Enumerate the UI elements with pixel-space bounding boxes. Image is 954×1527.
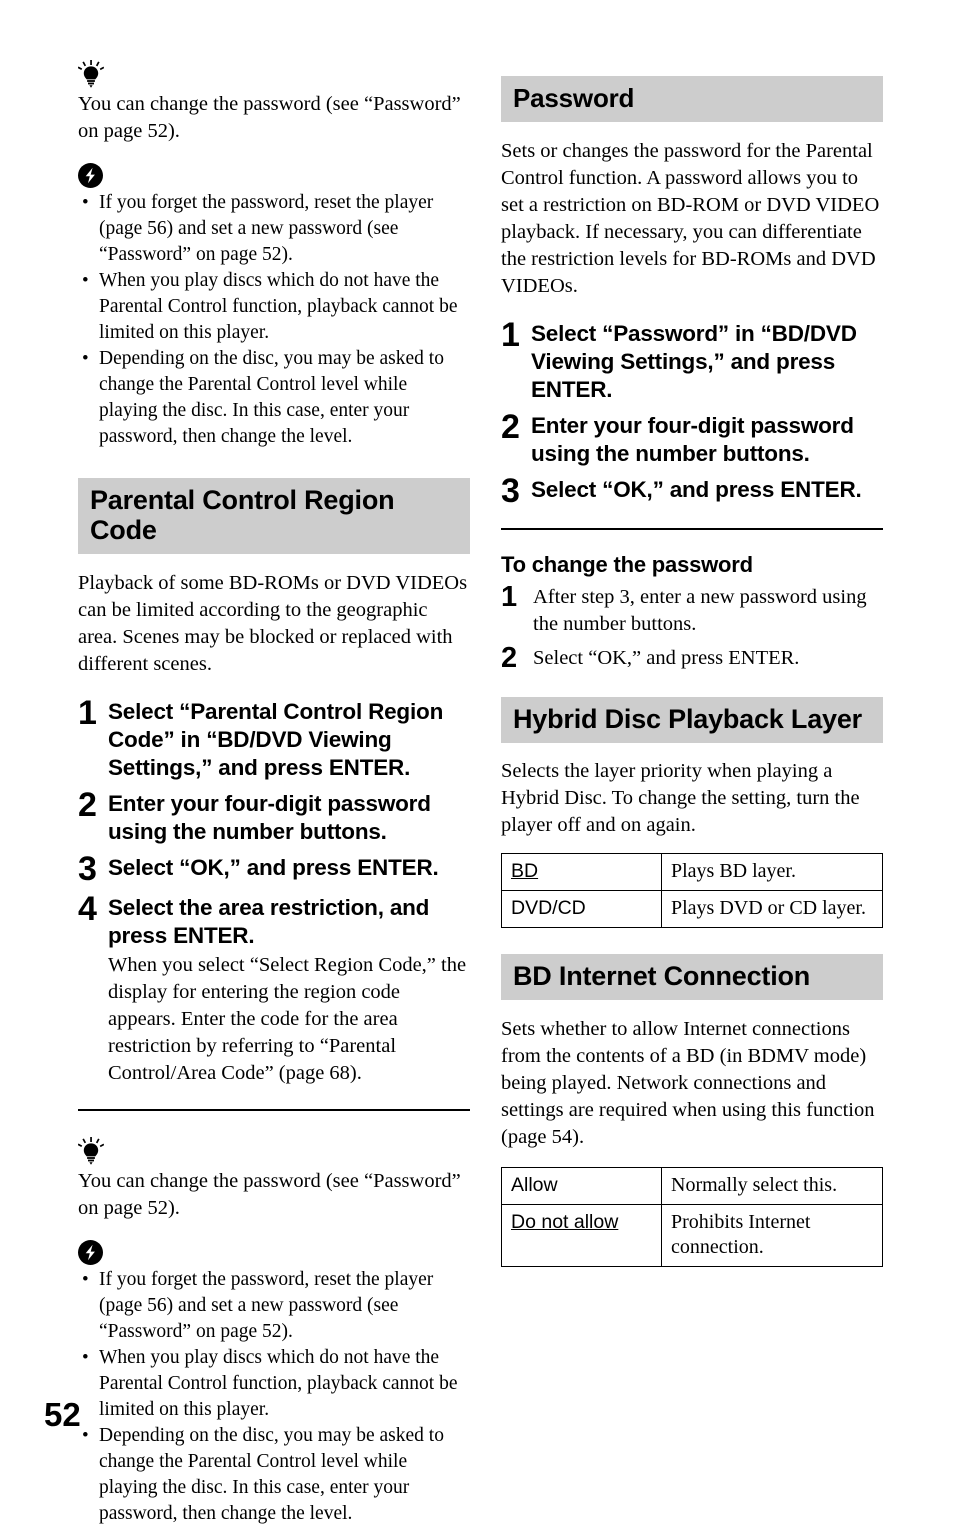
bd-internet-options-table: Allow Normally select this. Do not allow…: [501, 1167, 883, 1267]
section-intro-password: Sets or changes the password for the Par…: [501, 140, 880, 297]
section-title: Hybrid Disc Playback Layer: [513, 704, 862, 734]
step-number: 2: [501, 642, 518, 674]
section-intro-hybrid: Selects the layer priority when playing …: [501, 760, 860, 836]
hybrid-options-table: BD Plays BD layer. DVD/CD Plays DVD or C…: [501, 853, 883, 928]
step-item: 2 Select “OK,” and press ENTER.: [501, 642, 883, 674]
divider-rule-left: [78, 1109, 470, 1111]
divider-rule-right: [501, 528, 883, 530]
step-title: Select “Parental Control Region Code” in…: [108, 699, 444, 780]
table-cell-option: BD: [501, 853, 662, 891]
steps-parental-control: 1 Select “Parental Control Region Code” …: [78, 694, 470, 1087]
tip-text-top: You can change the password (see “Passwo…: [78, 93, 461, 142]
step-number: 1: [78, 694, 97, 732]
tip-text-bottom: You can change the password (see “Passwo…: [78, 1170, 461, 1219]
step-title: Select “OK,” and press ENTER.: [108, 855, 439, 880]
table-cell-description: Prohibits Internet connection.: [661, 1204, 883, 1267]
section-heading-parental-control-region-code: Parental Control Region Code: [78, 478, 470, 554]
step-title: Select “Password” in “BD/DVD Viewing Set…: [531, 321, 857, 402]
section-heading-password: Password: [501, 76, 883, 122]
table-cell-option: DVD/CD: [501, 890, 662, 928]
list-item: If you forget the password, reset the pl…: [78, 1267, 470, 1345]
subsection-change-password: To change the password 1 After step 3, e…: [501, 552, 883, 673]
option-label: DVD/CD: [511, 897, 586, 919]
step-item: 1 After step 3, enter a new password usi…: [501, 581, 883, 638]
table-row: DVD/CD Plays DVD or CD layer.: [501, 890, 883, 928]
step-title: Select “OK,” and press ENTER.: [531, 477, 862, 502]
table-row: Allow Normally select this.: [501, 1167, 883, 1205]
lightning-note-icon: [78, 1240, 103, 1265]
note-block-bottom: If you forget the password, reset the pl…: [78, 1240, 470, 1527]
step-title: Enter your four-digit password using the…: [108, 791, 431, 844]
note-bullets-bottom: If you forget the password, reset the pl…: [78, 1267, 470, 1527]
step-title: Select “OK,” and press ENTER.: [533, 647, 800, 669]
table-cell-description: Plays BD layer.: [661, 853, 883, 891]
table-cell-option: Allow: [501, 1167, 662, 1205]
step-number: 3: [501, 472, 520, 510]
section-heading-hybrid-disc-playback-layer: Hybrid Disc Playback Layer: [501, 697, 883, 743]
step-number: 1: [501, 316, 520, 354]
tip-block-bottom: You can change the password (see “Passwo…: [77, 1137, 470, 1222]
step-item: 2 Enter your four-digit password using t…: [78, 786, 470, 846]
steps-password: 1 Select “Password” in “BD/DVD Viewing S…: [501, 316, 883, 510]
step-item: 4 Select the area restriction, and press…: [78, 890, 470, 1087]
note-block-top: If you forget the password, reset the pl…: [78, 163, 470, 450]
step-item: 2 Enter your four-digit password using t…: [501, 408, 883, 468]
step-number: 2: [501, 408, 520, 446]
right-column: Password Sets or changes the password fo…: [501, 76, 883, 1267]
section-title: BD Internet Connection: [513, 961, 811, 991]
steps-change-password: 1 After step 3, enter a new password usi…: [501, 581, 883, 674]
lightbulb-tip-icon: [77, 1137, 105, 1165]
table-cell-description: Normally select this.: [661, 1167, 883, 1205]
note-bullets-top: If you forget the password, reset the pl…: [78, 190, 470, 450]
table-row: Do not allow Prohibits Internet connecti…: [501, 1204, 883, 1267]
step-title: After step 3, enter a new password using…: [533, 586, 867, 635]
section-intro-parental-control: Playback of some BD-ROMs or DVD VIDEOs c…: [78, 572, 468, 675]
step-item: 1 Select “Password” in “BD/DVD Viewing S…: [501, 316, 883, 404]
page-number: 52: [44, 1396, 81, 1433]
lightbulb-tip-icon: [77, 60, 105, 88]
table-row: BD Plays BD layer.: [501, 853, 883, 891]
step-item: 1 Select “Parental Control Region Code” …: [78, 694, 470, 782]
manual-page: You can change the password (see “Passwo…: [0, 0, 954, 1524]
table-cell-description: Plays DVD or CD layer.: [661, 890, 883, 928]
step-number: 3: [78, 850, 97, 888]
option-label-default: Do not allow: [511, 1211, 619, 1233]
section-title: Parental Control Region Code: [90, 485, 395, 545]
list-item: Depending on the disc, you may be asked …: [78, 1423, 470, 1527]
tip-block-top: You can change the password (see “Passwo…: [77, 60, 470, 145]
left-column: You can change the password (see “Passwo…: [77, 58, 470, 1527]
step-note: When you select “Select Region Code,” th…: [108, 954, 467, 1084]
table-cell-option: Do not allow: [501, 1204, 662, 1267]
option-label-default: BD: [511, 860, 539, 882]
section-intro-bd-internet: Sets whether to allow Internet connectio…: [501, 1018, 875, 1148]
step-number: 4: [78, 890, 97, 928]
step-title: Select the area restriction, and press E…: [108, 895, 430, 948]
section-heading-bd-internet-connection: BD Internet Connection: [501, 954, 883, 1000]
step-item: 3 Select “OK,” and press ENTER.: [78, 850, 470, 888]
list-item: Depending on the disc, you may be asked …: [78, 346, 470, 450]
subsection-heading: To change the password: [501, 552, 753, 577]
step-item: 3 Select “OK,” and press ENTER.: [501, 472, 883, 510]
lightning-note-icon: [78, 163, 103, 188]
section-title: Password: [513, 83, 635, 113]
list-item: When you play discs which do not have th…: [78, 268, 470, 346]
option-label: Allow: [511, 1174, 558, 1196]
step-number: 1: [501, 581, 518, 613]
list-item: When you play discs which do not have th…: [78, 1345, 470, 1423]
list-item: If you forget the password, reset the pl…: [78, 190, 470, 268]
step-number: 2: [78, 786, 97, 824]
step-title: Enter your four-digit password using the…: [531, 413, 854, 466]
